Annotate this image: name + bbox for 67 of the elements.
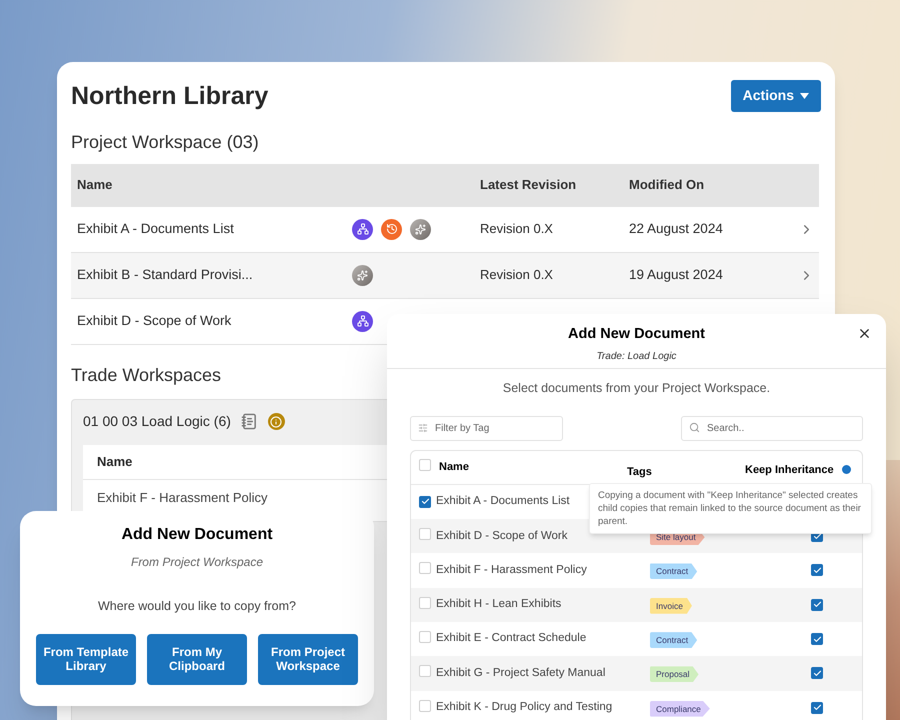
section-heading: Project Workspace (03) [71,130,259,154]
history-icon [381,218,402,240]
row-checkbox[interactable] [419,631,431,644]
revision-cell-text: Revision 0.X [480,220,554,238]
notepad-icon[interactable] [240,413,258,430]
inheritance-checkbox[interactable] [811,564,823,576]
row-checkbox[interactable] [419,496,431,508]
dialog-instruction: Select documents from your Project Workspace. [502,380,770,397]
copy-source-button[interactable]: From My Clipboard [147,634,247,685]
dialog-subtitle: Trade: Load Logic [596,350,676,364]
sparkle-icon [410,218,431,240]
row-checkbox[interactable] [419,596,431,609]
inheritance-checkbox[interactable] [811,702,823,714]
tag-label: Proposal [650,666,699,682]
tag-label: Contract [650,632,698,648]
row-checkbox[interactable] [419,665,431,678]
row-checkbox[interactable] [419,562,431,574]
row-checkbox[interactable] [419,700,431,712]
column-header: Latest Revision [480,176,578,194]
row-checkbox[interactable] [419,528,431,540]
actions-button[interactable]: Actions [730,80,821,112]
info-icon[interactable] [842,465,851,474]
inheritance-checkbox[interactable] [811,633,823,646]
page-title: Northern Library [71,81,268,112]
sparkle-icon [352,264,373,286]
document-name[interactable]: Exhibit E - Contract Schedule [436,630,650,648]
revision-cell-text: Revision 0.X [480,266,554,284]
document-name[interactable]: Exhibit F - Harassment Policy [436,562,650,580]
dialog-question: Where would you like to copy from? [98,598,296,615]
column-header: Name [77,176,114,194]
copy-source-button[interactable]: From Project Workspace [258,634,358,685]
column-header: Keep Inheritance [745,463,834,478]
filter-field[interactable]: Filter by Tag [410,416,563,441]
column-header: Name [97,452,132,471]
search-icon [689,422,700,433]
section-heading: Trade Workspaces [71,364,222,387]
copy-source-button[interactable]: From Template Library [36,634,136,685]
tag-label: Compliance [650,700,710,717]
date-cell-text: 22 August 2024 [629,220,724,238]
select-all-checkbox[interactable] [419,459,431,472]
dialog-title: Add New Document [121,525,273,545]
document-name[interactable]: Exhibit H - Lean Exhibits [436,596,650,614]
hierarchy-icon [352,218,373,240]
document-name[interactable]: Exhibit G - Project Safety Manual [436,664,650,682]
document-name[interactable]: Exhibit A - Documents List [77,218,352,240]
inheritance-checkbox[interactable] [811,667,823,680]
document-name[interactable]: Exhibit D - Scope of Work [77,310,352,332]
tag-label: Contract [650,563,698,580]
filter-icon [418,422,428,433]
date-cell-text: 19 August 2024 [629,266,724,284]
document-name[interactable]: Exhibit K - Drug Policy and Testing [436,699,650,716]
close-button[interactable] [857,326,872,341]
column-header: Name [439,460,470,475]
column-header: Tags [627,465,653,480]
document-name[interactable]: Exhibit F - Harassment Policy [97,488,268,507]
document-name[interactable]: Exhibit B - Standard Provisi... [77,264,352,286]
caret-icon [800,92,809,99]
column-header: Modified On [629,176,704,194]
dialog-subtitle: From Project Workspace [130,554,264,571]
inheritance-checkbox[interactable] [811,598,823,611]
group-title[interactable]: 01 00 03 Load Logic (6) [83,411,231,432]
hierarchy-icon [352,310,373,332]
tooltip: Copying a document with "Keep Inheritance" selected creates child copies that remain linked to the source document as their parent. [589,483,872,534]
search-field[interactable]: Search.. [681,416,863,441]
tag-label: Invoice [650,598,692,614]
dialog-title: Add New Document [568,325,705,344]
info-icon[interactable] [268,413,285,430]
